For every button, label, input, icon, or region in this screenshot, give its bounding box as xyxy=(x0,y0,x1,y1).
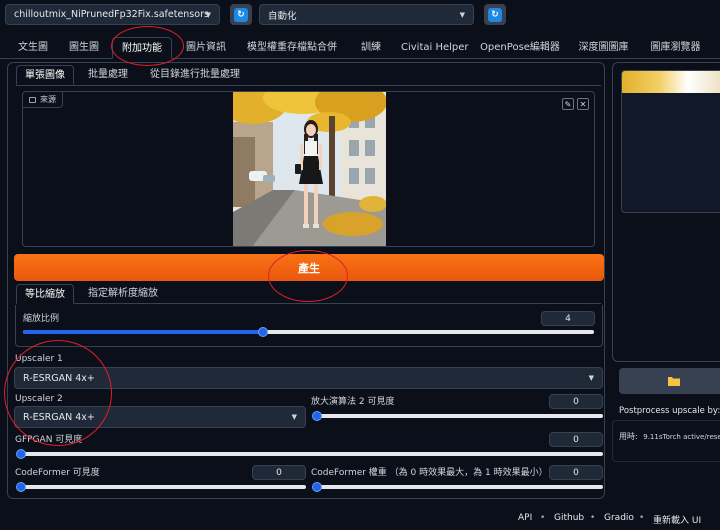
footer-reload-ui-link[interactable]: 重新載入 UI xyxy=(653,513,701,526)
refresh-vae-button[interactable]: ↻ xyxy=(484,4,506,25)
output-thumbnail[interactable] xyxy=(622,71,720,93)
upscaler1-dropdown[interactable]: R-ESRGAN 4x+ ▼ xyxy=(14,367,603,389)
gfpgan-label: GFPGAN 可見度 xyxy=(15,435,83,445)
scale-slider-fill xyxy=(23,330,263,334)
tab-scale-by[interactable]: 等比縮放 xyxy=(16,284,74,304)
source-label: 來源 xyxy=(40,95,56,104)
chevron-down-icon: ▼ xyxy=(291,413,297,421)
refresh-icon: ↻ xyxy=(234,7,248,22)
refresh-icon: ↻ xyxy=(488,7,502,22)
codeformer-weight-label: CodeFormer 權重 （為 0 時效果最大，為 1 時效果最小） xyxy=(311,468,548,478)
generate-button[interactable]: 產生 xyxy=(14,254,604,281)
tab-depth-library[interactable]: 深度圖圖庫 xyxy=(576,37,631,59)
extras-subtabs: 單張圖像 批量處理 從目錄進行批量處理 xyxy=(16,65,601,86)
generate-label: 產生 xyxy=(298,261,320,275)
footer-separator: • xyxy=(639,513,645,523)
source-label-badge: 來源 xyxy=(23,92,63,108)
gfpgan-thumb[interactable] xyxy=(16,449,26,459)
scale-number-input[interactable]: 4 xyxy=(541,311,595,326)
scale-box xyxy=(15,305,603,347)
resize-tabs: 等比縮放 指定解析度縮放 xyxy=(16,284,601,304)
codeformer-slider[interactable] xyxy=(16,482,306,492)
upscaler2-value: R-ESRGAN 4x+ xyxy=(23,411,95,423)
vae-value: 自動化 xyxy=(268,10,297,22)
output-lower-box xyxy=(612,420,720,462)
chevron-down-icon: ▼ xyxy=(205,10,211,19)
postprocess-info: Postprocess upscale by: 4, R xyxy=(619,406,720,416)
tab-scale-to[interactable]: 指定解析度縮放 xyxy=(88,284,158,304)
footer-api-link[interactable]: API xyxy=(518,513,532,523)
edit-icon[interactable]: ✎ xyxy=(562,98,574,110)
image-icon xyxy=(29,96,36,103)
subtab-batch-process[interactable]: 批量處理 xyxy=(88,65,128,85)
codeformer-weight-input[interactable]: 0 xyxy=(549,465,603,480)
tab-image-browser[interactable]: 圖庫瀏覽器 xyxy=(648,37,703,59)
tab-png-info[interactable]: 圖片資訊 xyxy=(183,37,229,59)
upscaler2-label: Upscaler 2 xyxy=(15,394,63,404)
codeformer-weight-thumb[interactable] xyxy=(312,482,322,492)
subtab-batch-from-directory[interactable]: 從目錄進行批量處理 xyxy=(150,65,240,85)
chevron-down-icon: ▼ xyxy=(588,374,594,382)
upscaler2-visibility-thumb[interactable] xyxy=(312,411,322,421)
main-tabbar: 文生圖 圖生圖 附加功能 圖片資訊 模型權重存檔點合併 訓練 Civitai H… xyxy=(0,37,720,59)
checkpoint-dropdown[interactable]: chilloutmix_NiPrunedFp32Fix.safetensors … xyxy=(5,4,220,25)
upscaler2-visibility-slider[interactable] xyxy=(312,411,603,421)
gfpgan-slider[interactable] xyxy=(16,449,603,459)
close-icon[interactable]: ✕ xyxy=(577,98,589,110)
tab-checkpoint-merger[interactable]: 模型權重存檔點合併 xyxy=(245,37,339,59)
folder-icon xyxy=(668,377,680,386)
upscaler2-dropdown[interactable]: R-ESRGAN 4x+ ▼ xyxy=(14,406,306,428)
output-gallery[interactable] xyxy=(621,70,720,213)
subtab-single-image[interactable]: 單張圖像 xyxy=(16,65,74,85)
source-image-box[interactable]: 來源 ✎ ✕ xyxy=(22,91,595,247)
upscaler1-label: Upscaler 1 xyxy=(15,354,63,364)
footer-separator: • xyxy=(590,513,596,523)
checkpoint-value: chilloutmix_NiPrunedFp32Fix.safetensors xyxy=(14,9,209,20)
upscaler1-value: R-ESRGAN 4x+ xyxy=(23,372,95,384)
vae-dropdown[interactable]: 自動化 ▼ xyxy=(259,4,474,25)
footer-separator: • xyxy=(540,513,546,523)
codeformer-weight-slider[interactable] xyxy=(312,482,603,492)
tab-openpose-editor[interactable]: OpenPose編輯器 xyxy=(480,37,560,59)
gfpgan-input[interactable]: 0 xyxy=(549,432,603,447)
source-photo xyxy=(233,92,386,246)
tab-extras[interactable]: 附加功能 xyxy=(112,37,172,59)
codeformer-thumb[interactable] xyxy=(16,482,26,492)
tab-img2img[interactable]: 圖生圖 xyxy=(66,37,102,59)
refresh-checkpoint-button[interactable]: ↻ xyxy=(230,4,252,25)
scale-slider-thumb[interactable] xyxy=(257,327,268,337)
chevron-down-icon: ▼ xyxy=(459,10,465,19)
upscaler2-visibility-label: 放大演算法 2 可見度 xyxy=(311,397,395,407)
tab-train[interactable]: 訓練 xyxy=(359,37,383,59)
codeformer-input[interactable]: 0 xyxy=(252,465,306,480)
codeformer-label: CodeFormer 可見度 xyxy=(15,468,100,478)
footer-gradio-link[interactable]: Gradio xyxy=(604,513,634,523)
tab-txt2img[interactable]: 文生圖 xyxy=(16,37,50,59)
tab-civitai-helper[interactable]: Civitai Helper xyxy=(401,37,469,59)
scale-slider[interactable] xyxy=(23,327,594,337)
open-folder-button[interactable] xyxy=(619,368,720,394)
footer-github-link[interactable]: Github xyxy=(554,513,584,523)
scale-label: 縮放比例 xyxy=(23,314,60,324)
upscaler2-visibility-input[interactable]: 0 xyxy=(549,394,603,409)
